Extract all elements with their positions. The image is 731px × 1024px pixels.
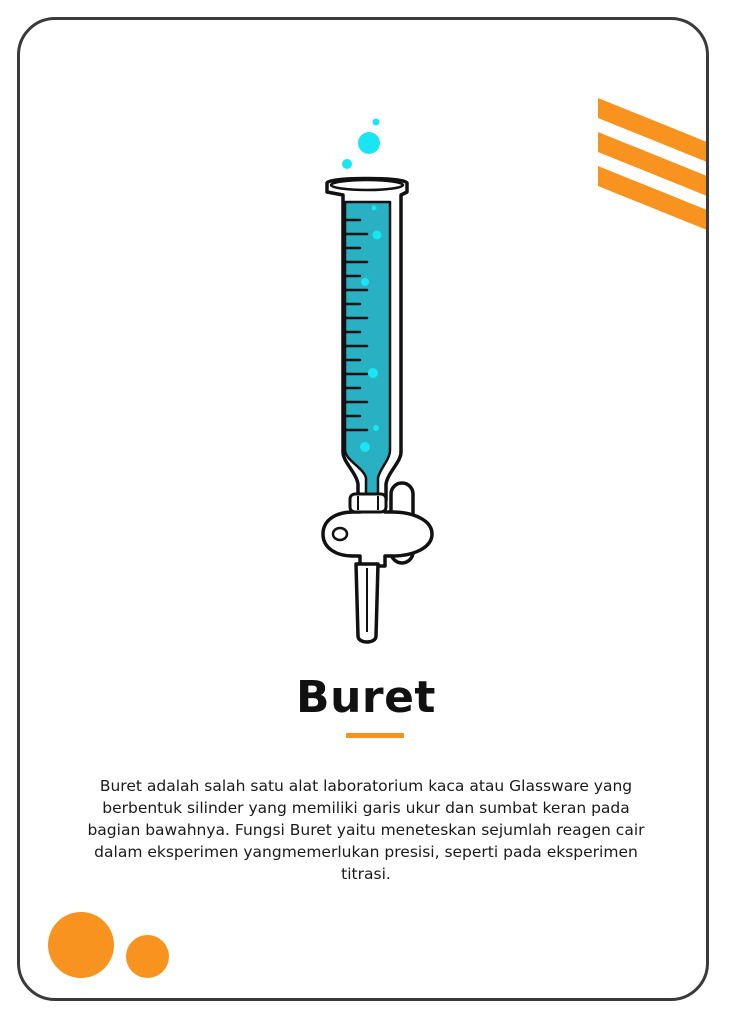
decorative-dot-small [126,935,169,978]
info-card: Buret Buret adalah salah satu alat labor… [17,17,709,1001]
title-underline [346,733,404,738]
bubbles [342,118,380,169]
buret-icon [321,118,434,644]
card-description: Buret adalah salah satu alat laboratoriu… [87,777,645,883]
decorative-dot-large [48,912,114,978]
card-title: Buret [296,672,436,723]
